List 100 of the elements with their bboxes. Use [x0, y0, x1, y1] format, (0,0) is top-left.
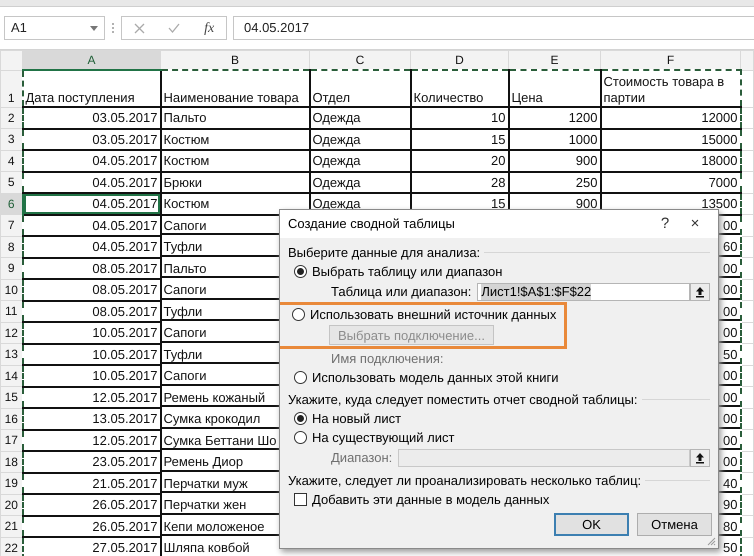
row-number[interactable]: 16 [0, 408, 22, 430]
close-button[interactable]: × [680, 212, 710, 236]
field-label: Таблица или диапазон: [331, 284, 472, 300]
column-header[interactable]: D [410, 50, 508, 70]
insert-function-button[interactable]: fx [204, 18, 214, 38]
table-cell[interactable]: 08.05.2017 [22, 279, 160, 300]
table-cell[interactable]: Костюм [160, 128, 310, 150]
table-cell[interactable]: Одежда [310, 107, 410, 128]
connection-name-label: Имя подключения: [331, 350, 444, 366]
row-number[interactable]: 10 [0, 279, 22, 300]
table-cell[interactable]: 10 [410, 107, 508, 128]
table-cell[interactable]: 23.05.2017 [22, 451, 160, 472]
radio-button[interactable] [294, 371, 307, 384]
row-number[interactable]: 4 [0, 150, 22, 172]
radio-button[interactable] [294, 431, 307, 444]
radio-label[interactable]: На существующий лист [312, 430, 454, 446]
table-cell[interactable]: Дата поступления [22, 70, 160, 107]
table-cell[interactable]: Одежда [310, 150, 410, 172]
column-header[interactable]: A [22, 50, 160, 70]
check-icon[interactable] [168, 23, 180, 33]
table-cell[interactable]: 12.05.2017 [22, 430, 160, 451]
radio-label[interactable]: Использовать модель данных этой книги [312, 370, 559, 386]
table-cell[interactable]: 27.05.2017 [22, 537, 160, 556]
table-cell[interactable]: Одежда [310, 172, 410, 193]
formula-input[interactable]: 04.05.2017 [233, 16, 754, 40]
table-cell[interactable]: 26.05.2017 [22, 494, 160, 516]
cancel-button[interactable]: Отмена [637, 513, 712, 536]
checkbox-label[interactable]: Добавить эти данные в модель данных [312, 492, 550, 508]
table-cell[interactable]: Стоимость товара в партии [600, 70, 740, 107]
table-cell[interactable]: Цена [508, 70, 600, 107]
table-cell[interactable]: 10.05.2017 [22, 322, 160, 344]
row-number[interactable]: 18 [0, 451, 22, 472]
row-number[interactable]: 17 [0, 430, 22, 451]
table-cell[interactable]: 7000 [600, 172, 740, 193]
row-number[interactable]: 14 [0, 365, 22, 386]
row-number[interactable]: 7 [0, 214, 22, 236]
table-cell[interactable]: 28 [410, 172, 508, 193]
range-field[interactable]: Лист1!$A$1:$F$22 [477, 282, 690, 300]
table-cell[interactable]: Отдел [310, 70, 410, 107]
table-cell[interactable]: 04.05.2017 [22, 236, 160, 258]
table-cell[interactable]: 10.05.2017 [22, 344, 160, 365]
table-cell[interactable]: 12.05.2017 [22, 386, 160, 408]
radio-label[interactable]: На новый лист [312, 410, 402, 426]
table-cell[interactable]: 10.05.2017 [22, 365, 160, 386]
table-cell[interactable]: 08.05.2017 [22, 300, 160, 322]
table-cell[interactable]: 900 [508, 150, 600, 172]
table-cell[interactable]: 03.05.2017 [22, 107, 160, 128]
row-number[interactable]: 12 [0, 322, 22, 344]
row-number[interactable]: 21 [0, 516, 22, 537]
column-header[interactable]: C [310, 50, 410, 70]
row-number[interactable]: 6 [0, 193, 22, 214]
row-number[interactable]: 15 [0, 386, 22, 408]
row-number[interactable]: 22 [0, 537, 22, 556]
table-cell[interactable]: 15 [410, 128, 508, 150]
checkbox[interactable] [294, 493, 307, 506]
table-cell[interactable]: 26.05.2017 [22, 516, 160, 537]
table-cell[interactable]: 15000 [600, 128, 740, 150]
row-number[interactable]: 5 [0, 172, 22, 193]
table-cell[interactable]: 250 [508, 172, 600, 193]
ok-button[interactable]: OK [554, 513, 629, 536]
radio-label[interactable]: Выбрать таблицу или диапазон [312, 264, 502, 280]
row-number[interactable]: 8 [0, 236, 22, 258]
row-number[interactable]: 9 [0, 258, 22, 279]
row-number[interactable]: 20 [0, 494, 22, 516]
row-number[interactable]: 13 [0, 344, 22, 365]
table-cell[interactable]: 04.05.2017 [22, 214, 160, 236]
name-box[interactable]: A1 [4, 16, 105, 40]
column-header[interactable]: E [508, 50, 600, 70]
row-number[interactable]: 11 [0, 300, 22, 322]
collapse-dialog-button[interactable] [690, 282, 710, 300]
row-number[interactable]: 19 [0, 472, 22, 494]
column-header[interactable]: B [160, 50, 310, 70]
table-cell[interactable]: 04.05.2017 [22, 150, 160, 172]
row-number[interactable]: 2 [0, 107, 22, 128]
table-cell[interactable]: Наименование товара [160, 70, 310, 107]
table-cell[interactable]: 08.05.2017 [22, 258, 160, 279]
table-cell[interactable]: 03.05.2017 [22, 128, 160, 150]
row-number[interactable]: 3 [0, 128, 22, 150]
table-cell[interactable]: 1000 [508, 128, 600, 150]
table-cell[interactable]: 20 [410, 150, 508, 172]
radio-button[interactable] [294, 412, 307, 425]
radio-button[interactable] [294, 265, 307, 278]
table-cell[interactable]: Количество [410, 70, 508, 107]
dropdown-icon[interactable] [90, 26, 98, 30]
column-header[interactable]: F [600, 50, 740, 70]
resize-grip-icon[interactable] [707, 537, 716, 546]
table-cell[interactable]: 04.05.2017 [22, 172, 160, 193]
table-cell[interactable]: 18000 [600, 150, 740, 172]
table-cell[interactable]: 12000 [600, 107, 740, 128]
table-cell[interactable]: Одежда [310, 128, 410, 150]
table-cell[interactable]: 13.05.2017 [22, 408, 160, 430]
drag-handle-icon[interactable] [111, 22, 115, 34]
help-button[interactable]: ? [650, 212, 680, 236]
table-cell[interactable]: 04.05.2017 [22, 193, 160, 214]
table-cell[interactable]: 1200 [508, 107, 600, 128]
table-cell[interactable]: Костюм [160, 150, 310, 172]
table-cell[interactable]: Брюки [160, 172, 310, 193]
row-number[interactable]: 1 [0, 70, 22, 107]
table-cell[interactable]: Пальто [160, 107, 310, 128]
table-cell[interactable]: 21.05.2017 [22, 472, 160, 494]
